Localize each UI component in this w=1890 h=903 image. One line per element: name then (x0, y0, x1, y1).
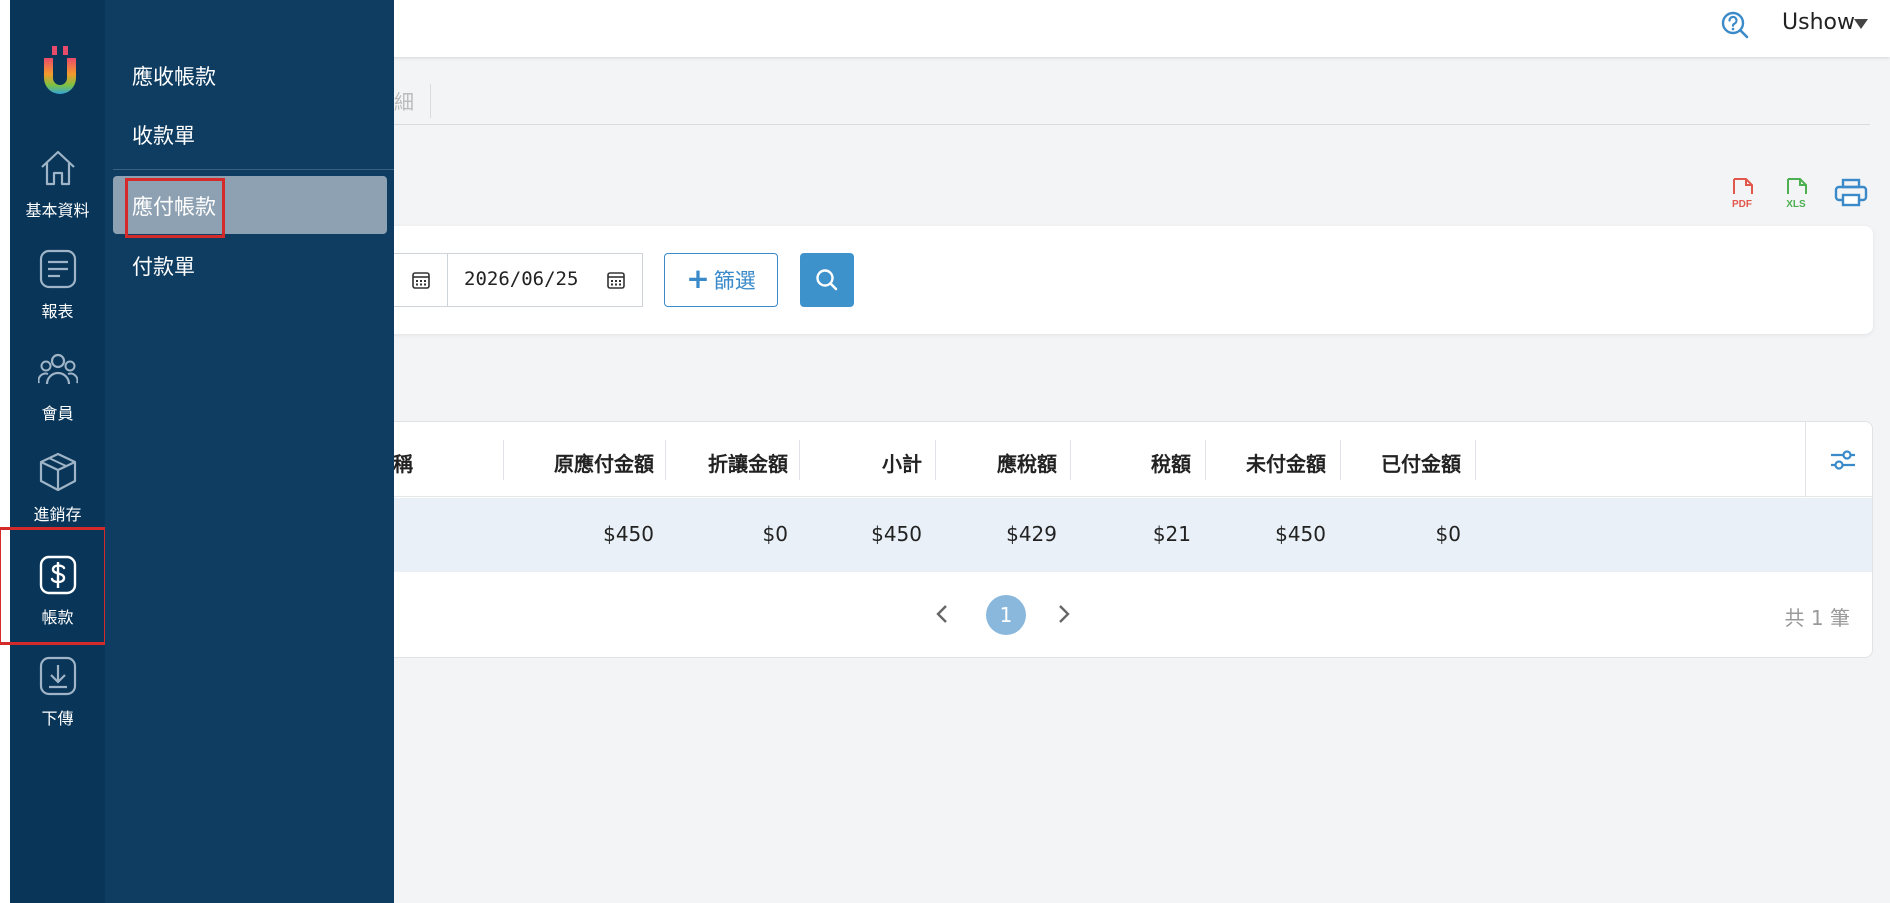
add-filter-button[interactable]: + 篩選 (664, 253, 778, 307)
column-separator[interactable] (1340, 440, 1341, 480)
table-row[interactable]: $450 $0 $450 $429 $21 $450 $0 (331, 498, 1872, 572)
svg-text:XLS: XLS (1786, 199, 1806, 210)
tab-divider (430, 84, 431, 118)
column-header[interactable]: 未付金額 (1246, 448, 1326, 477)
search-button[interactable] (800, 253, 854, 307)
accounts-submenu: 應收帳款 收款單 應付帳款 付款單 (105, 0, 394, 903)
download-icon (39, 656, 77, 696)
members-icon (38, 353, 78, 385)
app-logo[interactable] (40, 44, 80, 100)
column-header[interactable]: 小計 (882, 448, 922, 477)
column-header[interactable]: 折讓金額 (708, 448, 788, 477)
table-cell: $0 (1435, 522, 1461, 546)
submenu-item-label: 收款單 (132, 124, 195, 148)
table-header: 稱 原應付金額 折讓金額 小計 應稅額 稅額 未付金額 已付金額 (331, 422, 1872, 497)
column-separator[interactable] (1205, 440, 1206, 480)
payables-table: 稱 原應付金額 折讓金額 小計 應稅額 稅額 未付金額 已付金額 $450 $0… (330, 421, 1873, 658)
table-cell: $0 (762, 522, 788, 546)
column-separator[interactable] (935, 440, 936, 480)
rail-item-label: 進銷存 (33, 505, 82, 524)
home-icon (41, 150, 75, 186)
submenu-item-receivables[interactable]: 應收帳款 (105, 46, 394, 104)
tab-underline (394, 124, 1870, 125)
column-settings-icon[interactable] (1827, 444, 1859, 476)
table-cell: $450 (1275, 522, 1326, 546)
pagination: 1 共 1 筆 (331, 572, 1872, 657)
previous-page-icon[interactable] (931, 600, 953, 628)
submenu-item-label: 應付帳款 (132, 195, 216, 219)
column-separator[interactable] (799, 440, 800, 480)
column-header[interactable]: 應稅額 (997, 448, 1057, 477)
submenu-item-receipts[interactable]: 收款單 (105, 105, 394, 163)
rail-item-label: 帳款 (41, 608, 74, 627)
rail-item-reports[interactable]: 報表 (10, 248, 105, 348)
rail-item-label: 會員 (41, 404, 74, 423)
column-separator[interactable] (665, 440, 666, 480)
svg-text:PDF: PDF (1732, 199, 1752, 210)
rail-item-download[interactable]: 下傳 (10, 655, 105, 755)
search-icon (816, 269, 838, 291)
end-date-field[interactable]: 2026/06/25 (447, 253, 643, 307)
rail-item-label: 下傳 (41, 709, 74, 728)
column-settings-divider (1805, 422, 1806, 497)
column-separator[interactable] (1070, 440, 1071, 480)
report-icon (39, 249, 77, 289)
rail-item-basic-data[interactable]: 基本資料 (10, 147, 105, 247)
submenu-divider (113, 169, 394, 170)
table-cell: $450 (603, 522, 654, 546)
user-menu-name[interactable]: Ushow (1782, 10, 1855, 35)
column-header[interactable]: 原應付金額 (554, 448, 654, 477)
rail-item-label: 報表 (41, 302, 74, 321)
rail-item-members[interactable]: 會員 (10, 350, 105, 450)
end-date-value: 2026/06/25 (464, 268, 579, 290)
rail-edge (0, 0, 10, 903)
column-header[interactable]: 稱 (393, 448, 413, 477)
user-menu-caret-icon[interactable] (1854, 19, 1868, 29)
submenu-item-payments[interactable]: 付款單 (105, 236, 394, 294)
print-icon[interactable] (1834, 178, 1868, 208)
calendar-icon[interactable] (411, 270, 431, 290)
next-page-icon[interactable] (1053, 600, 1075, 628)
submenu-item-label: 付款單 (132, 255, 195, 279)
help-icon[interactable] (1720, 10, 1750, 40)
export-pdf-icon[interactable]: PDF (1726, 176, 1758, 210)
add-filter-label: 篩選 (713, 269, 756, 293)
rail-item-label: 基本資料 (25, 201, 90, 220)
column-separator[interactable] (503, 440, 504, 480)
icon-rail: 基本資料 報表 會員 進銷存 帳款 下傳 (0, 0, 107, 903)
table-cell: $450 (871, 522, 922, 546)
inventory-box-icon (39, 452, 77, 492)
submenu-item-payables[interactable]: 應付帳款 (113, 176, 387, 238)
rail-item-accounts[interactable]: 帳款 (0, 527, 107, 645)
calendar-icon[interactable] (606, 270, 626, 290)
total-count: 共 1 筆 (1784, 606, 1850, 630)
plus-icon: + (686, 262, 710, 295)
table-cell: $429 (1006, 522, 1057, 546)
page-button-current[interactable]: 1 (986, 595, 1026, 635)
column-header[interactable]: 稅額 (1151, 448, 1191, 477)
column-header[interactable]: 已付金額 (1381, 448, 1461, 477)
submenu-item-label: 應收帳款 (132, 65, 216, 89)
tab-label-fragment[interactable]: 細 (394, 86, 414, 115)
dollar-icon (39, 555, 77, 595)
table-cell: $21 (1152, 522, 1191, 546)
column-separator[interactable] (1475, 440, 1476, 480)
export-xls-icon[interactable]: XLS (1780, 176, 1812, 210)
